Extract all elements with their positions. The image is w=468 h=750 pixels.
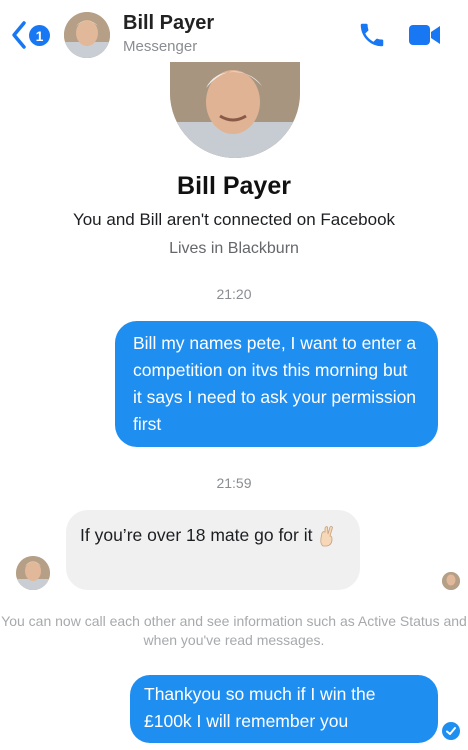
contact-name: Bill Payer [123,12,215,34]
avatar-portrait [64,12,110,58]
chevron-left-icon [12,21,26,49]
incoming-message-text: If you’re over 18 mate go for it [80,525,313,545]
video-camera-icon [409,25,440,45]
app-label: Messenger [123,38,198,55]
call-button[interactable] [357,20,387,50]
system-notice: You can now call each other and see info… [0,612,468,650]
profile-name: Bill Payer [177,172,291,200]
profile-photo[interactable] [170,62,300,158]
seen-portrait [442,572,460,590]
check-icon [446,727,456,735]
phone-icon [360,23,384,47]
system-notice-text: You can now call each other and see info… [1,613,467,648]
timestamp: 21:59 [216,475,252,491]
chat-header: 1 Bill Payer Messenger [0,0,468,66]
crossed-fingers-emoji [320,526,334,547]
back-button[interactable]: 1 [10,20,54,50]
delivered-icon [442,722,460,740]
timestamp: 21:20 [216,286,252,302]
incoming-message[interactable]: If you’re over 18 mate go for it [66,510,360,590]
profile-portrait [170,62,300,158]
location-text: Lives in Blackburn [169,240,299,257]
contact-avatar[interactable] [64,12,110,58]
outgoing-message[interactable]: Bill my names pete, I want to enter a co… [115,321,438,447]
sender-portrait [16,556,50,590]
unread-count-badge: 1 [29,25,50,46]
sender-avatar[interactable] [16,556,50,590]
video-call-button[interactable] [408,22,442,48]
outgoing-message[interactable]: Thankyou so much if I win the £100k I wi… [130,675,438,743]
connection-note: You and Bill aren't connected on Faceboo… [72,210,396,229]
seen-indicator-avatar [442,572,460,590]
